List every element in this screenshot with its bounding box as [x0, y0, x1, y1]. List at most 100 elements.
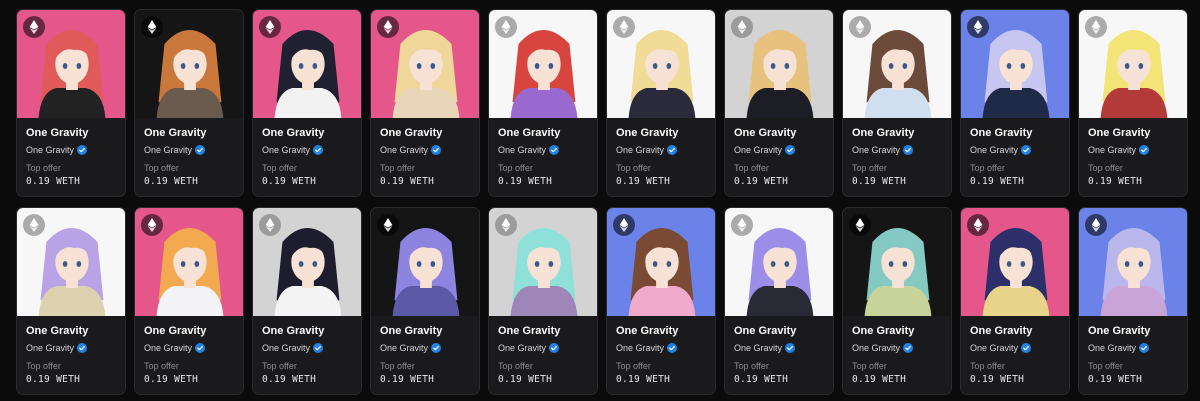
nft-image[interactable] — [135, 208, 243, 316]
collection-name[interactable]: One Gravity — [144, 342, 192, 354]
nft-card[interactable]: One Gravity One Gravity Top offer 0.19 W… — [724, 207, 834, 395]
nft-card[interactable]: One Gravity One Gravity Top offer 0.19 W… — [488, 207, 598, 395]
nft-card[interactable]: One Gravity One Gravity Top offer 0.19 W… — [960, 207, 1070, 395]
nft-card[interactable]: One Gravity One Gravity Top offer 0.19 W… — [370, 9, 480, 197]
collection-name[interactable]: One Gravity — [734, 342, 782, 354]
collection-name[interactable]: One Gravity — [262, 144, 310, 156]
nft-title[interactable]: One Gravity — [498, 126, 597, 140]
nft-title[interactable]: One Gravity — [380, 324, 479, 338]
collection-name[interactable]: One Gravity — [498, 144, 546, 156]
nft-title[interactable]: One Gravity — [616, 126, 715, 140]
collection-name[interactable]: One Gravity — [970, 144, 1018, 156]
nft-card[interactable]: One Gravity One Gravity Top offer 0.19 W… — [370, 207, 480, 395]
collection-name[interactable]: One Gravity — [616, 144, 664, 156]
collection-name[interactable]: One Gravity — [26, 342, 74, 354]
collection-name[interactable]: One Gravity — [262, 342, 310, 354]
collection-name[interactable]: One Gravity — [26, 144, 74, 156]
nft-title[interactable]: One Gravity — [262, 126, 361, 140]
collection-row[interactable]: One Gravity — [144, 144, 243, 156]
collection-row[interactable]: One Gravity — [852, 144, 951, 156]
nft-image[interactable] — [17, 208, 125, 316]
nft-title[interactable]: One Gravity — [144, 126, 243, 140]
collection-row[interactable]: One Gravity — [380, 342, 479, 354]
nft-image[interactable] — [607, 208, 715, 316]
nft-image[interactable] — [843, 10, 951, 118]
nft-image[interactable] — [371, 208, 479, 316]
collection-row[interactable]: One Gravity — [498, 144, 597, 156]
nft-title[interactable]: One Gravity — [616, 324, 715, 338]
collection-name[interactable]: One Gravity — [1088, 144, 1136, 156]
collection-name[interactable]: One Gravity — [734, 144, 782, 156]
nft-title[interactable]: One Gravity — [498, 324, 597, 338]
nft-image[interactable] — [371, 10, 479, 118]
collection-row[interactable]: One Gravity — [1088, 342, 1187, 354]
nft-title[interactable]: One Gravity — [852, 126, 951, 140]
nft-card[interactable]: One Gravity One Gravity Top offer 0.19 W… — [252, 207, 362, 395]
nft-card[interactable]: One Gravity One Gravity Top offer 0.19 W… — [1078, 207, 1188, 395]
collection-row[interactable]: One Gravity — [26, 342, 125, 354]
nft-card[interactable]: One Gravity One Gravity Top offer 0.19 W… — [1078, 9, 1188, 197]
collection-row[interactable]: One Gravity — [1088, 144, 1187, 156]
collection-row[interactable]: One Gravity — [852, 342, 951, 354]
collection-row[interactable]: One Gravity — [970, 342, 1069, 354]
nft-image[interactable] — [725, 10, 833, 118]
nft-title[interactable]: One Gravity — [26, 126, 125, 140]
nft-image[interactable] — [843, 208, 951, 316]
nft-card[interactable]: One Gravity One Gravity Top offer 0.19 W… — [606, 207, 716, 395]
nft-title[interactable]: One Gravity — [1088, 324, 1187, 338]
nft-title[interactable]: One Gravity — [1088, 126, 1187, 140]
collection-row[interactable]: One Gravity — [380, 144, 479, 156]
nft-title[interactable]: One Gravity — [852, 324, 951, 338]
collection-name[interactable]: One Gravity — [616, 342, 664, 354]
nft-title[interactable]: One Gravity — [262, 324, 361, 338]
collection-row[interactable]: One Gravity — [970, 144, 1069, 156]
nft-card[interactable]: One Gravity One Gravity Top offer 0.19 W… — [134, 207, 244, 395]
nft-card[interactable]: One Gravity One Gravity Top offer 0.19 W… — [134, 9, 244, 197]
collection-name[interactable]: One Gravity — [1088, 342, 1136, 354]
collection-name[interactable]: One Gravity — [852, 144, 900, 156]
nft-title[interactable]: One Gravity — [144, 324, 243, 338]
nft-card[interactable]: One Gravity One Gravity Top offer 0.19 W… — [960, 9, 1070, 197]
nft-image[interactable] — [253, 10, 361, 118]
collection-name[interactable]: One Gravity — [498, 342, 546, 354]
nft-card[interactable]: One Gravity One Gravity Top offer 0.19 W… — [488, 9, 598, 197]
collection-row[interactable]: One Gravity — [498, 342, 597, 354]
nft-card[interactable]: One Gravity One Gravity Top offer 0.19 W… — [16, 9, 126, 197]
nft-card[interactable]: One Gravity One Gravity Top offer 0.19 W… — [606, 9, 716, 197]
nft-title[interactable]: One Gravity — [734, 324, 833, 338]
nft-card[interactable]: One Gravity One Gravity Top offer 0.19 W… — [16, 207, 126, 395]
nft-title[interactable]: One Gravity — [380, 126, 479, 140]
nft-title[interactable]: One Gravity — [970, 126, 1069, 140]
nft-image[interactable] — [489, 208, 597, 316]
nft-title[interactable]: One Gravity — [26, 324, 125, 338]
collection-row[interactable]: One Gravity — [144, 342, 243, 354]
nft-title[interactable]: One Gravity — [734, 126, 833, 140]
nft-image[interactable] — [607, 10, 715, 118]
nft-card[interactable]: One Gravity One Gravity Top offer 0.19 W… — [842, 9, 952, 197]
nft-image[interactable] — [961, 208, 1069, 316]
collection-name[interactable]: One Gravity — [852, 342, 900, 354]
nft-image[interactable] — [489, 10, 597, 118]
nft-image[interactable] — [135, 10, 243, 118]
nft-image[interactable] — [17, 10, 125, 118]
collection-row[interactable]: One Gravity — [616, 144, 715, 156]
collection-name[interactable]: One Gravity — [970, 342, 1018, 354]
nft-image[interactable] — [1079, 10, 1187, 118]
nft-title[interactable]: One Gravity — [970, 324, 1069, 338]
nft-image[interactable] — [725, 208, 833, 316]
collection-name[interactable]: One Gravity — [380, 342, 428, 354]
nft-image[interactable] — [1079, 208, 1187, 316]
nft-card[interactable]: One Gravity One Gravity Top offer 0.19 W… — [724, 9, 834, 197]
collection-row[interactable]: One Gravity — [734, 144, 833, 156]
collection-row[interactable]: One Gravity — [734, 342, 833, 354]
collection-row[interactable]: One Gravity — [26, 144, 125, 156]
nft-image[interactable] — [961, 10, 1069, 118]
collection-row[interactable]: One Gravity — [262, 144, 361, 156]
collection-name[interactable]: One Gravity — [380, 144, 428, 156]
nft-card[interactable]: One Gravity One Gravity Top offer 0.19 W… — [842, 207, 952, 395]
collection-row[interactable]: One Gravity — [262, 342, 361, 354]
nft-card[interactable]: One Gravity One Gravity Top offer 0.19 W… — [252, 9, 362, 197]
collection-row[interactable]: One Gravity — [616, 342, 715, 354]
nft-image[interactable] — [253, 208, 361, 316]
collection-name[interactable]: One Gravity — [144, 144, 192, 156]
